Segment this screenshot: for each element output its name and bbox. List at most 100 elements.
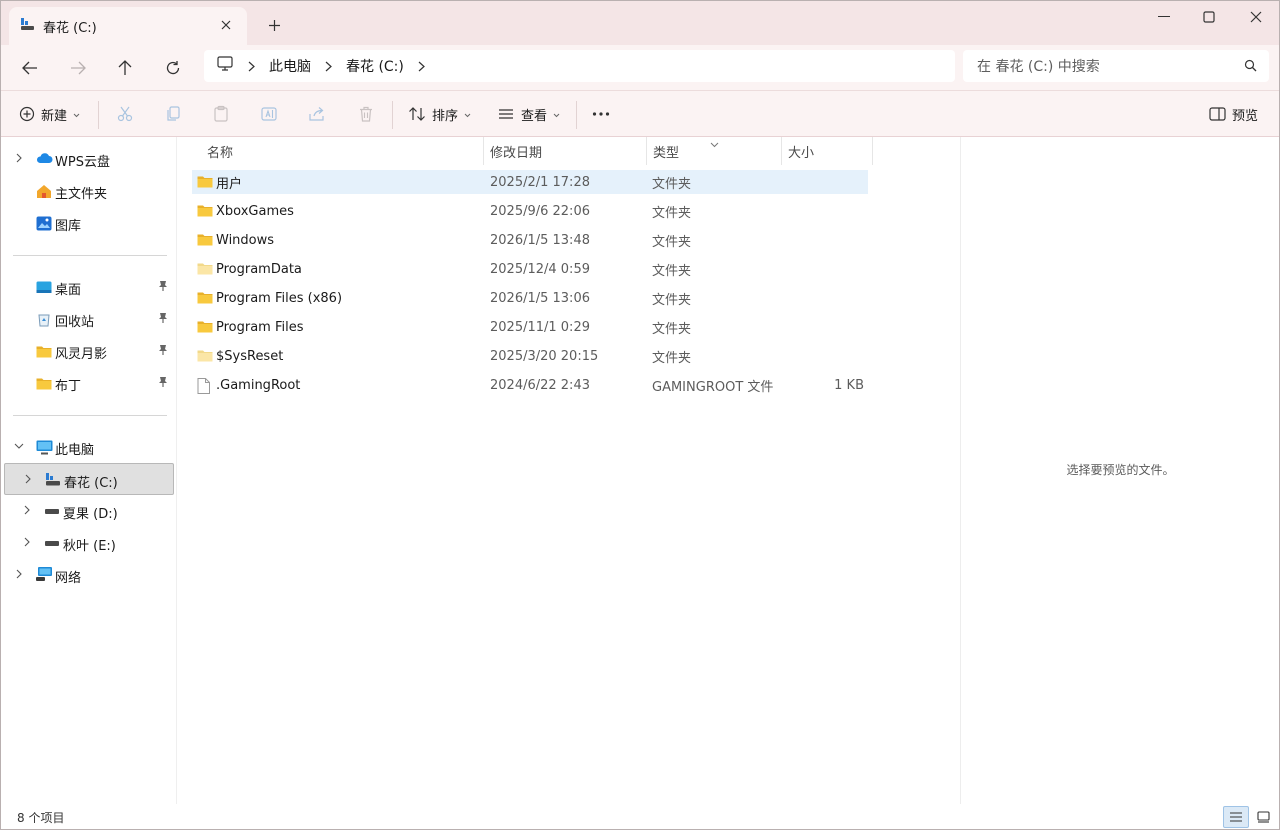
table-row[interactable]: 用户 2025/2/1 17:28 文件夹 xyxy=(192,170,868,194)
sidebar-item-folder-1[interactable]: 风灵月影 xyxy=(4,335,174,367)
sidebar-item-gallery[interactable]: 图库 xyxy=(4,207,174,239)
file-type: 文件夹 xyxy=(652,176,692,192)
file-date: 2025/9/6 22:06 xyxy=(490,203,590,219)
file-type: 文件夹 xyxy=(652,350,692,366)
file-type: 文件夹 xyxy=(652,205,692,221)
table-row[interactable]: ProgramData 2025/12/4 0:59 文件夹 xyxy=(192,257,868,281)
cloud-icon xyxy=(35,150,53,166)
search-icon[interactable] xyxy=(1244,59,1257,76)
table-row[interactable]: Program Files 2025/11/1 0:29 文件夹 xyxy=(192,315,868,339)
breadcrumb-this-pc[interactable]: 此电脑 xyxy=(269,56,311,76)
file-type: 文件夹 xyxy=(652,292,692,308)
sidebar-item-label: 回收站 xyxy=(55,315,95,330)
refresh-button[interactable] xyxy=(157,53,189,83)
sort-button[interactable]: 排序 xyxy=(408,98,471,130)
arrow-up-icon xyxy=(118,60,132,75)
scissors-icon xyxy=(117,106,133,122)
folder-icon xyxy=(197,204,213,221)
cut-button[interactable] xyxy=(116,98,134,130)
table-row[interactable]: XboxGames 2025/9/6 22:06 文件夹 xyxy=(192,199,868,223)
tab-current[interactable]: 春花 (C:) xyxy=(9,7,247,45)
details-view-button[interactable] xyxy=(1223,806,1249,828)
drive-icon xyxy=(43,536,61,552)
sidebar-item-recycle-bin[interactable]: 回收站 xyxy=(4,303,174,335)
chevron-right-icon[interactable] xyxy=(20,535,34,549)
sidebar-item-drive-c[interactable]: 春花 (C:) xyxy=(4,463,174,495)
chevron-right-icon[interactable] xyxy=(20,503,34,517)
sidebar-item-home[interactable]: 主文件夹 xyxy=(4,175,174,207)
sidebar-item-network[interactable]: 网络 xyxy=(4,559,174,591)
delete-button[interactable] xyxy=(357,98,375,130)
clipboard-icon xyxy=(214,105,228,122)
preview-pane-button[interactable]: 预览 xyxy=(1209,98,1258,130)
address-bar[interactable]: 此电脑 春花 (C:) xyxy=(204,50,955,82)
file-date: 2026/1/5 13:48 xyxy=(490,232,590,248)
minimize-button[interactable] xyxy=(1141,1,1187,33)
file-date: 2026/1/5 13:06 xyxy=(490,290,590,306)
trash-icon xyxy=(360,106,372,122)
file-type: 文件夹 xyxy=(652,321,692,337)
close-window-button[interactable] xyxy=(1233,1,1279,33)
pin-icon[interactable] xyxy=(158,376,168,392)
back-button[interactable] xyxy=(14,53,46,83)
table-row[interactable]: Windows 2026/1/5 13:48 文件夹 xyxy=(192,228,868,252)
file-type: 文件夹 xyxy=(652,263,692,279)
minimize-icon xyxy=(1158,16,1170,17)
up-button[interactable] xyxy=(109,53,141,83)
table-row[interactable]: Program Files (x86) 2026/1/5 13:06 文件夹 xyxy=(192,286,868,310)
share-button[interactable] xyxy=(308,98,326,130)
forward-button[interactable] xyxy=(62,53,94,83)
table-row[interactable]: .GamingRoot 2024/6/22 2:43 GAMINGROOT 文件… xyxy=(192,373,868,397)
chevron-down-icon[interactable] xyxy=(12,439,26,453)
preview-pane: 选择要预览的文件。 xyxy=(960,137,1279,804)
more-options-button[interactable] xyxy=(592,98,610,130)
rename-button[interactable] xyxy=(260,98,278,130)
folder-icon xyxy=(197,320,213,337)
table-row[interactable]: $SysReset 2025/3/20 20:15 文件夹 xyxy=(192,344,868,368)
chevron-right-icon[interactable] xyxy=(12,567,26,581)
view-button[interactable]: 查看 xyxy=(497,98,560,130)
pin-icon[interactable] xyxy=(158,280,168,296)
new-tab-button[interactable] xyxy=(263,14,285,36)
maximize-button[interactable] xyxy=(1186,1,1232,33)
search-placeholder: 在 春花 (C:) 中搜索 xyxy=(977,59,1100,75)
paste-button[interactable] xyxy=(212,98,230,130)
chevron-down-icon xyxy=(73,107,80,122)
sidebar-item-label: 春花 (C:) xyxy=(64,476,118,491)
chevron-right-icon[interactable] xyxy=(21,472,35,486)
breadcrumb-drive[interactable]: 春花 (C:) xyxy=(346,56,404,76)
column-header-name[interactable]: 名称 xyxy=(201,137,484,165)
column-header-size[interactable]: 大小 xyxy=(782,137,873,165)
tiles-view-button[interactable] xyxy=(1250,806,1276,828)
file-date: 2025/12/4 0:59 xyxy=(490,261,590,277)
file-name: Windows xyxy=(216,232,275,248)
home-icon xyxy=(35,183,53,199)
pin-icon[interactable] xyxy=(158,344,168,360)
chevron-right-icon[interactable] xyxy=(325,61,332,72)
sidebar-item-drive-e[interactable]: 秋叶 (E:) xyxy=(4,527,174,559)
preview-message: 选择要预览的文件。 xyxy=(1066,463,1175,477)
file-icon xyxy=(197,378,210,398)
sort-indicator-icon xyxy=(710,137,719,152)
chevron-right-icon[interactable] xyxy=(418,61,425,72)
file-name: 用户 xyxy=(216,176,243,192)
sidebar-item-label: 主文件夹 xyxy=(55,187,108,202)
file-name: ProgramData xyxy=(216,261,302,277)
title-bar: 春花 (C:) xyxy=(1,1,1279,45)
sidebar-item-folder-2[interactable]: 布丁 xyxy=(4,367,174,399)
close-tab-button[interactable] xyxy=(217,16,235,34)
new-button[interactable]: 新建 xyxy=(19,98,80,130)
navigation-bar: 此电脑 春花 (C:) 在 春花 (C:) 中搜索 xyxy=(1,45,1279,91)
column-header-date[interactable]: 修改日期 xyxy=(484,137,647,165)
status-bar: 8 个项目 xyxy=(1,804,1279,829)
pin-icon[interactable] xyxy=(158,312,168,328)
chevron-right-icon[interactable] xyxy=(12,151,26,165)
column-header-label: 类型 xyxy=(653,145,680,161)
sidebar-item-wps-cloud[interactable]: WPS云盘 xyxy=(4,143,174,175)
sidebar-item-desktop[interactable]: 桌面 xyxy=(4,271,174,303)
chevron-right-icon[interactable] xyxy=(248,61,255,72)
sidebar-item-drive-d[interactable]: 夏果 (D:) xyxy=(4,495,174,527)
sidebar-item-this-pc[interactable]: 此电脑 xyxy=(4,431,174,463)
copy-button[interactable] xyxy=(164,98,182,130)
search-input[interactable]: 在 春花 (C:) 中搜索 xyxy=(963,50,1269,82)
